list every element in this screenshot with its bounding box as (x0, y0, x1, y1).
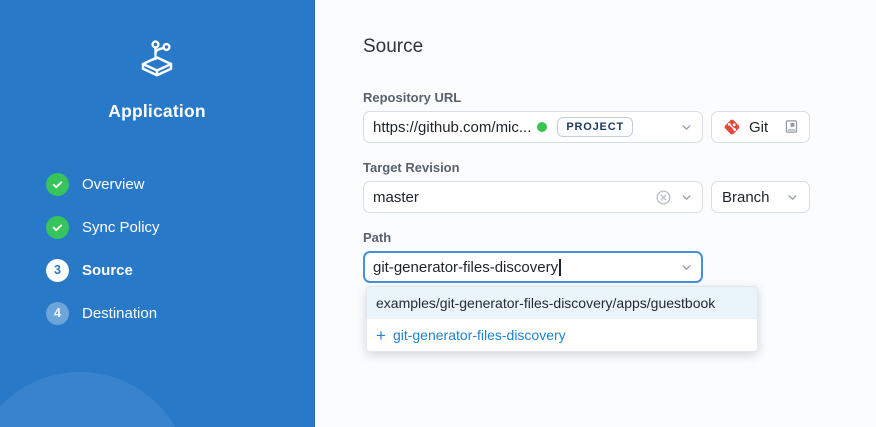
check-icon (46, 216, 69, 239)
git-icon (722, 117, 742, 137)
decorative-circle (0, 372, 190, 427)
check-icon (46, 173, 69, 196)
repo-type-value: Git (749, 119, 784, 136)
chevron-down-icon[interactable] (786, 191, 799, 204)
chevron-down-icon[interactable] (680, 261, 693, 274)
wizard-steps: Overview Sync Policy 3 Source 4 Destinat… (46, 172, 160, 344)
step-number-badge: 3 (46, 259, 69, 282)
path-label: Path (363, 230, 391, 245)
revision-type-value: Branch (722, 189, 786, 206)
path-value: git-generator-files-discovery (373, 259, 558, 276)
step-overview[interactable]: Overview (46, 172, 160, 196)
target-revision-input[interactable]: master (363, 181, 703, 213)
repository-url-label: Repository URL (363, 90, 461, 105)
step-label: Overview (82, 176, 145, 193)
sidebar-title: Application (0, 101, 314, 122)
path-suggestions-dropdown: examples/git-generator-files-discovery/a… (366, 286, 758, 352)
step-source[interactable]: 3 Source (46, 258, 160, 282)
step-label: Sync Policy (82, 219, 160, 236)
page-title: Source (363, 36, 423, 58)
path-add-label: git-generator-files-discovery (393, 327, 566, 343)
wizard-sidebar: Application Overview Sync Policy 3 Sourc… (0, 0, 315, 427)
text-caret (559, 259, 561, 276)
repo-connected-dot (537, 122, 547, 132)
path-add-option[interactable]: + git-generator-files-discovery (367, 319, 757, 351)
project-badge: PROJECT (557, 117, 633, 137)
plus-icon: + (376, 327, 386, 344)
source-form-panel: Source Repository URL https://github.com… (315, 0, 876, 427)
step-number-badge: 4 (46, 302, 69, 325)
application-deploy-icon (133, 36, 181, 87)
chevron-down-icon[interactable] (680, 121, 693, 134)
step-destination[interactable]: 4 Destination (46, 301, 160, 325)
target-revision-label: Target Revision (363, 160, 460, 175)
repository-url-input[interactable]: https://github.com/mic... PROJECT (363, 111, 703, 143)
chevron-down-icon[interactable] (680, 191, 693, 204)
panel-icon[interactable] (784, 119, 799, 135)
repository-url-value: https://github.com/mic... (373, 119, 531, 136)
repo-type-select[interactable]: Git (711, 111, 810, 143)
step-label: Destination (82, 305, 157, 322)
revision-type-select[interactable]: Branch (711, 181, 810, 213)
application-wizard: Application Overview Sync Policy 3 Sourc… (0, 0, 876, 427)
step-sync-policy[interactable]: Sync Policy (46, 215, 160, 239)
target-revision-value: master (373, 189, 419, 206)
path-input[interactable]: git-generator-files-discovery (363, 251, 703, 283)
path-suggestion-option[interactable]: examples/git-generator-files-discovery/a… (367, 287, 757, 319)
clear-icon[interactable] (655, 189, 672, 206)
step-label: Source (82, 262, 133, 279)
